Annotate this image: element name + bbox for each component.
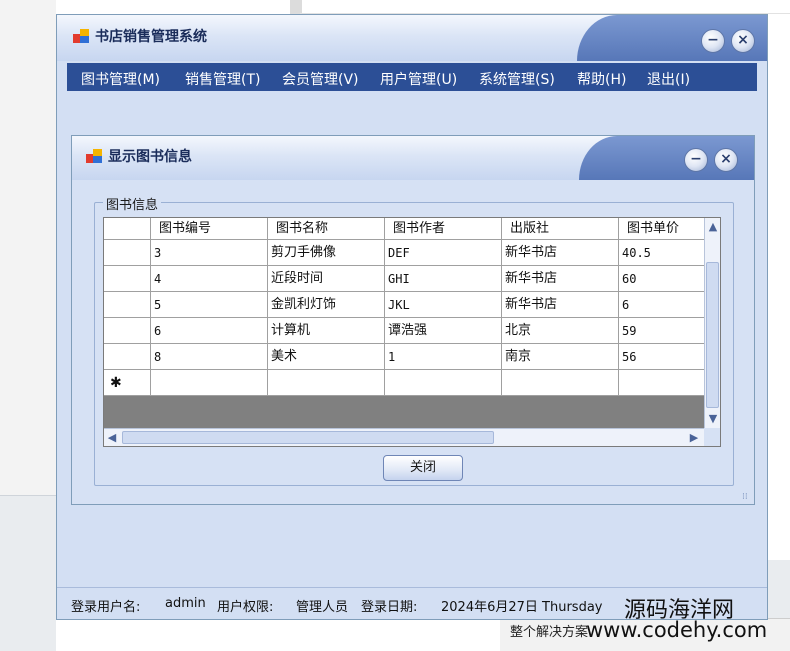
status-user-value: admin: [165, 596, 206, 611]
scrollbar-corner: [704, 428, 720, 446]
new-row-cell[interactable]: [385, 370, 502, 396]
main-title-bar[interactable]: 书店销售管理系统 − ×: [57, 15, 767, 61]
table-cell[interactable]: 3: [151, 240, 268, 266]
table-cell[interactable]: 新华书店: [502, 292, 619, 318]
minimize-button[interactable]: −: [701, 29, 725, 53]
table-cell[interactable]: 6: [619, 292, 704, 318]
scroll-left-icon[interactable]: ◀: [104, 429, 120, 446]
table-cell[interactable]: 谭浩强: [385, 318, 502, 344]
status-role-label: 用户权限:: [217, 600, 274, 615]
status-role-value: 管理人员: [296, 600, 349, 615]
desktop-bottom-pane: [0, 495, 56, 651]
table-cell[interactable]: 剪刀手佛像: [268, 240, 385, 266]
window-title: 书店销售管理系统: [95, 29, 207, 45]
column-header-book-id[interactable]: 图书编号: [151, 218, 268, 240]
app-icon: [73, 29, 89, 43]
horizontal-scroll-thumb[interactable]: [122, 431, 494, 444]
row-header[interactable]: [104, 292, 151, 318]
table-cell[interactable]: 北京: [502, 318, 619, 344]
book-data-grid[interactable]: 图书编号 图书名称 图书作者 出版社 图书单价 3 剪刀手佛像 DEF 新华书店…: [103, 217, 721, 447]
menu-sales-management[interactable]: 销售管理(T): [185, 69, 260, 89]
book-info-window: 显示图书信息 − × 图书信息 图书编号 图书名称 图书作者 出版社 图书单价 …: [71, 135, 755, 505]
menu-book-management[interactable]: 图书管理(M): [81, 69, 160, 89]
menu-user-management[interactable]: 用户管理(U): [380, 69, 457, 89]
new-row-cell[interactable]: [268, 370, 385, 396]
resize-grip-icon[interactable]: ⁞⁞: [742, 492, 752, 502]
scroll-right-icon[interactable]: ▶: [686, 429, 702, 446]
watermark-url: www.codehy.com: [586, 618, 768, 642]
column-header-price[interactable]: 图书单价: [619, 218, 704, 240]
main-window: 书店销售管理系统 − × 图书管理(M) 销售管理(T) 会员管理(V) 用户管…: [56, 14, 768, 620]
table-cell[interactable]: 56: [619, 344, 704, 370]
table-cell[interactable]: 4: [151, 266, 268, 292]
vertical-scrollbar[interactable]: ▲ ▼: [704, 218, 720, 428]
row-header[interactable]: [104, 266, 151, 292]
scroll-down-icon[interactable]: ▼: [705, 410, 720, 428]
menu-system-management[interactable]: 系统管理(S): [479, 69, 555, 89]
new-row-cell[interactable]: [619, 370, 704, 396]
table-cell[interactable]: 59: [619, 318, 704, 344]
grid-corner-header: [104, 218, 151, 240]
table-cell[interactable]: 40.5: [619, 240, 704, 266]
child-close-button[interactable]: ×: [714, 148, 738, 172]
child-window-title: 显示图书信息: [108, 149, 192, 165]
menu-exit[interactable]: 退出(I): [647, 69, 690, 89]
group-label: 图书信息: [103, 194, 162, 213]
book-info-group: 图书信息 图书编号 图书名称 图书作者 出版社 图书单价 3 剪刀手佛像 DEF…: [94, 194, 734, 486]
table-cell[interactable]: GHI: [385, 266, 502, 292]
child-minimize-button[interactable]: −: [684, 148, 708, 172]
table-cell[interactable]: 南京: [502, 344, 619, 370]
new-row-marker[interactable]: ✱: [104, 370, 151, 396]
table-cell[interactable]: 5: [151, 292, 268, 318]
column-header-publisher[interactable]: 出版社: [502, 218, 619, 240]
status-user-label: 登录用户名:: [71, 600, 141, 615]
table-cell[interactable]: 计算机: [268, 318, 385, 344]
table-cell[interactable]: 8: [151, 344, 268, 370]
close-button[interactable]: 关闭: [383, 455, 463, 481]
status-date-value: 2024年6月27日 Thursday: [441, 600, 603, 615]
scroll-up-icon[interactable]: ▲: [705, 218, 720, 236]
vertical-scroll-thumb[interactable]: [706, 262, 719, 408]
row-header[interactable]: [104, 318, 151, 344]
column-header-book-name[interactable]: 图书名称: [268, 218, 385, 240]
menu-help[interactable]: 帮助(H): [577, 69, 626, 89]
menu-member-management[interactable]: 会员管理(V): [282, 69, 359, 89]
status-date-label: 登录日期:: [361, 600, 418, 615]
ide-solution-text: 整个解决方案: [510, 625, 589, 640]
table-cell[interactable]: DEF: [385, 240, 502, 266]
child-window-icon: [86, 149, 102, 163]
horizontal-scrollbar[interactable]: ◀ ▶: [104, 428, 704, 446]
close-window-button[interactable]: ×: [731, 29, 755, 53]
column-header-book-author[interactable]: 图书作者: [385, 218, 502, 240]
table-cell[interactable]: 新华书店: [502, 266, 619, 292]
desktop-top-line: [300, 0, 790, 14]
new-row-cell[interactable]: [151, 370, 268, 396]
table-cell[interactable]: 1: [385, 344, 502, 370]
table-cell[interactable]: 美术: [268, 344, 385, 370]
table-cell[interactable]: 金凯利灯饰: [268, 292, 385, 318]
table-cell[interactable]: 60: [619, 266, 704, 292]
table-cell[interactable]: 近段时间: [268, 266, 385, 292]
table-cell[interactable]: 6: [151, 318, 268, 344]
table-cell[interactable]: 新华书店: [502, 240, 619, 266]
row-header[interactable]: [104, 240, 151, 266]
new-row-cell[interactable]: [502, 370, 619, 396]
book-info-title-bar[interactable]: 显示图书信息 − ×: [72, 136, 754, 180]
menu-bar: 图书管理(M) 销售管理(T) 会员管理(V) 用户管理(U) 系统管理(S) …: [67, 63, 757, 91]
row-header[interactable]: [104, 344, 151, 370]
table-cell[interactable]: JKL: [385, 292, 502, 318]
